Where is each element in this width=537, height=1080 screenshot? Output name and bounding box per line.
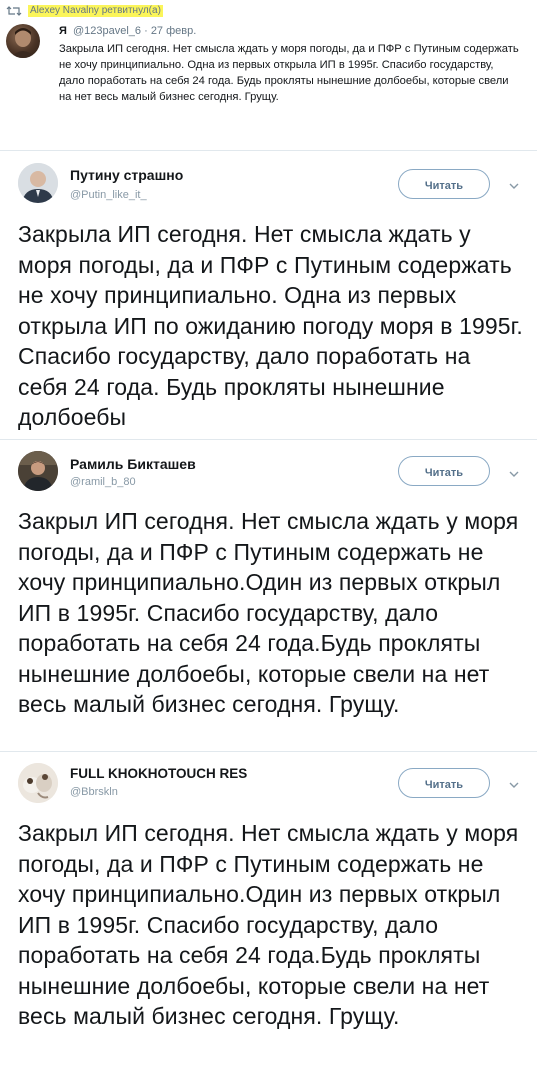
tweet-text: Закрыла ИП сегодня. Нет смысла ждать у м… — [18, 221, 523, 430]
retweet-date[interactable]: · 27 февр. — [144, 25, 196, 37]
retweet-header: Я @123pavel_6 · 27 февр. — [59, 24, 196, 38]
retweet-context[interactable]: Alexey Navalny ретвитнул(а) — [6, 4, 163, 18]
tweet-text: Закрыл ИП сегодня. Нет смысла ждать у мо… — [18, 508, 519, 717]
avatar-photo — [18, 163, 58, 203]
tweet-text: Закрыл ИП сегодня. Нет смысла ждать у мо… — [18, 820, 519, 1029]
retweeted-by-label: Alexey Navalny ретвитнул(а) — [28, 5, 163, 17]
divider — [0, 150, 537, 151]
display-name[interactable]: Путину страшно — [70, 167, 183, 183]
avatar[interactable] — [18, 163, 58, 203]
retweet-author-handle[interactable]: @123pavel_6 — [73, 25, 141, 37]
divider — [0, 751, 537, 752]
divider — [0, 439, 537, 440]
display-name[interactable]: FULL KHOKHOTOUCH RES — [70, 766, 247, 781]
avatar-photo — [10, 28, 36, 58]
retweet-text: Закрыла ИП сегодня. Нет смысла ждать у м… — [59, 43, 519, 103]
follow-button[interactable]: Читать — [398, 169, 490, 199]
user-handle[interactable]: @Putin_like_it_ — [70, 189, 147, 201]
retweet-author-name[interactable]: Я — [59, 25, 67, 37]
avatar[interactable] — [18, 763, 58, 803]
chevron-down-icon[interactable] — [508, 181, 520, 191]
chevron-down-icon[interactable] — [508, 780, 520, 790]
follow-button[interactable]: Читать — [398, 768, 490, 798]
user-handle[interactable]: @ramil_b_80 — [70, 476, 136, 488]
avatar-photo — [18, 763, 58, 803]
avatar-photo — [18, 451, 58, 491]
avatar[interactable] — [6, 24, 40, 58]
user-handle[interactable]: @Bbrskln — [70, 786, 118, 798]
avatar[interactable] — [18, 451, 58, 491]
chevron-down-icon[interactable] — [508, 469, 520, 479]
follow-button[interactable]: Читать — [398, 456, 490, 486]
retweet-icon — [6, 6, 22, 16]
display-name[interactable]: Рамиль Бикташев — [70, 456, 196, 472]
